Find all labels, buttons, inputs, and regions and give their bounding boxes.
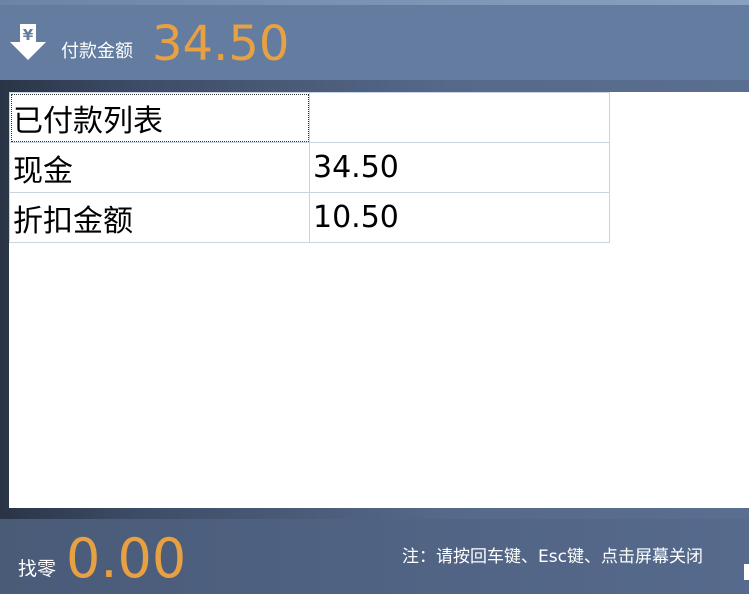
truncated-edge-glyph: [744, 564, 749, 580]
payment-amount-value: 34.50: [152, 16, 290, 72]
payment-list-panel: 已付款列表 现金 34.50 折扣金额 10.50: [9, 92, 749, 508]
table-row[interactable]: 现金 34.50: [9, 142, 610, 193]
payment-method-cell[interactable]: 折扣金额: [9, 192, 310, 243]
header-top-strip: [0, 0, 749, 5]
header-bar: ¥ 付款金额 34.50: [0, 0, 749, 80]
table-header-row: 已付款列表: [9, 92, 610, 143]
paid-list-header-cell[interactable]: 已付款列表: [9, 92, 310, 143]
close-instruction-note: 注：请按回车键、Esc键、点击屏幕关闭: [402, 547, 703, 567]
table-row[interactable]: 折扣金额 10.50: [9, 192, 610, 243]
yen-download-arrow-icon: ¥: [10, 24, 46, 60]
change-value: 0.00: [66, 527, 187, 590]
payment-amount-label: 付款金额: [61, 41, 133, 62]
yen-glyph: ¥: [23, 26, 34, 44]
change-label: 找零: [18, 558, 57, 580]
payment-method-cell[interactable]: 现金: [9, 142, 310, 193]
payment-amount-cell[interactable]: 10.50: [309, 192, 610, 243]
payment-amount-cell[interactable]: 34.50: [309, 142, 610, 193]
empty-header-cell[interactable]: [309, 92, 610, 143]
paid-list-table: 已付款列表 现金 34.50 折扣金额 10.50: [9, 92, 610, 243]
payment-complete-dialog[interactable]: ¥ 付款金额 34.50 已付款列表 现金 34.50 折扣金额 10.50 找…: [0, 0, 749, 594]
footer-bar: 找零 0.00 注：请按回车键、Esc键、点击屏幕关闭: [0, 519, 749, 594]
